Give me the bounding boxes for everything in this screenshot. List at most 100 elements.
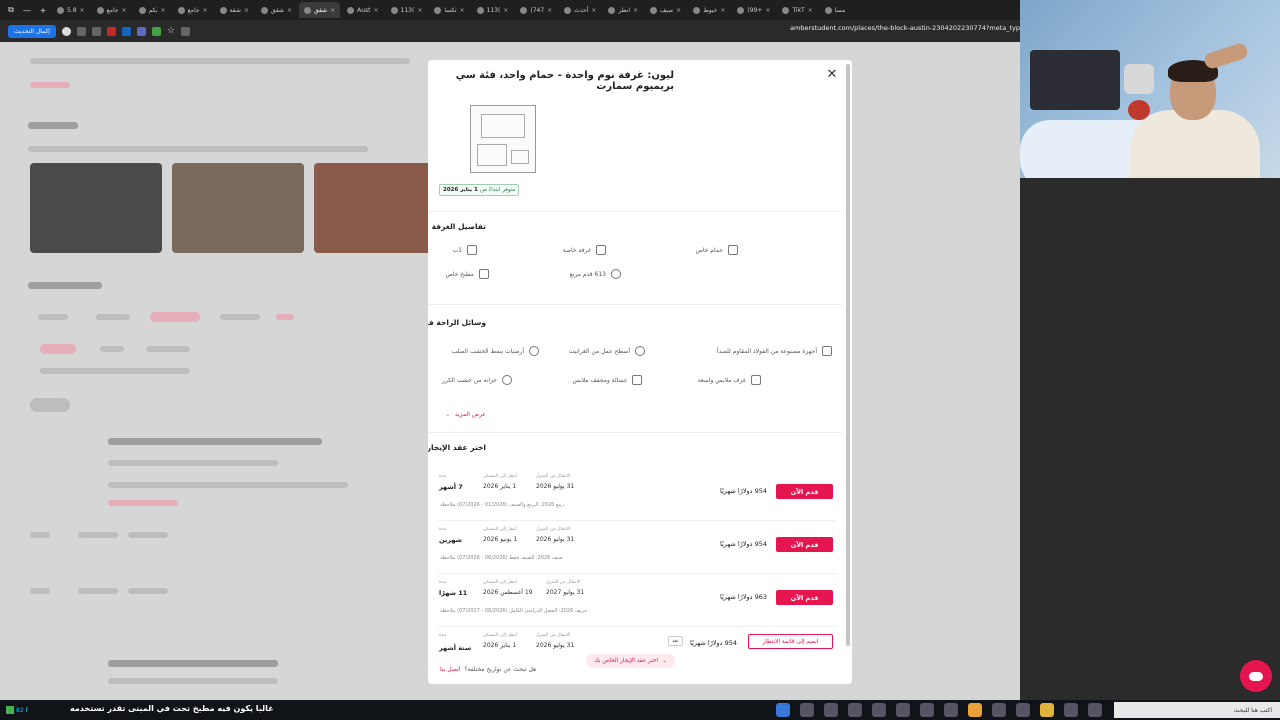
close-icon[interactable]: ✕ [824,67,840,83]
weather-widget[interactable]: 82 F [6,702,56,718]
close-tab-icon[interactable]: × [460,7,465,14]
browser-tab[interactable]: انظر × [603,2,643,18]
apply-now-button[interactable]: قدم الآن [776,484,833,499]
close-tab-icon[interactable]: × [676,7,681,14]
choose-lease-pill[interactable]: ⌄ اختر عقد الإيجار الخاص بك [586,654,676,668]
close-tab-icon[interactable]: × [591,7,596,14]
browser-tab[interactable]: شقق × [256,2,297,18]
app-icon[interactable] [1088,703,1102,717]
extension-icon[interactable] [76,26,86,36]
move-out-date: 31 يوليو 2026 [536,642,575,649]
tab-favicon-icon [303,6,311,14]
extension-icon[interactable] [151,26,161,36]
join-waitlist-button[interactable]: انضم إلى قائمة الانتظار [748,634,833,649]
close-tab-icon[interactable]: × [161,7,166,14]
apply-now-button[interactable]: قدم الآن [776,590,833,605]
close-tab-icon[interactable]: × [417,7,422,14]
close-tab-icon[interactable]: × [765,7,770,14]
close-tab-icon[interactable]: × [547,7,552,14]
close-tab-icon[interactable]: × [80,7,85,14]
taskbar-search[interactable]: اكتب هنا للبحث [1114,702,1280,718]
home-icon [467,245,477,255]
close-tab-icon[interactable]: × [122,7,127,14]
close-tab-icon[interactable]: × [244,7,249,14]
app-icon[interactable] [1064,703,1078,717]
amenity-item: أرضيات بنمط الخشب الصلب [451,346,539,356]
extension-icon[interactable] [91,26,101,36]
browser-tab[interactable]: TikT × [777,2,817,18]
bookmark-star-icon[interactable]: ☆ [167,26,175,36]
bg-text-line [108,678,278,684]
browser-tab[interactable]: مسا [820,2,854,18]
availability-badge: متوفر ابتداءً من 1 يناير 2026 [439,184,520,196]
new-tab-icon[interactable]: + [36,6,50,15]
browser-tab[interactable]: 113(× [472,2,514,18]
room-details-modal: ليون: غرفة نوم واحدة - حمام واحد، فئة سي… [428,60,852,684]
browser-tab[interactable]: جامع × [92,2,132,18]
app-icon[interactable] [800,703,814,717]
apply-now-button[interactable]: قدم الآن [776,537,833,552]
share-icon[interactable] [181,26,191,36]
close-tab-icon[interactable]: × [203,7,208,14]
browser-menu-icon[interactable]: ⧉ [4,5,18,15]
app-icon[interactable] [944,703,958,717]
weather-temp: 82 F [16,706,29,714]
close-tab-icon[interactable]: × [633,7,638,14]
browser-tab[interactable]: خيوط × [688,2,730,18]
folder-icon[interactable] [1040,703,1054,717]
close-tab-icon[interactable]: × [808,7,813,14]
app-icon[interactable] [848,703,862,717]
app-icon[interactable] [872,703,886,717]
browser-tab[interactable]: صيف × [645,2,686,18]
move-in-date: 1 يناير 2026 [483,642,517,649]
lease-price: 954 دولارًا شهريًا [720,540,768,548]
update-button[interactable]: إكمال التحديث [8,24,56,38]
browser-tab[interactable]: (99+ × [732,2,775,18]
chrome-icon[interactable] [968,703,982,717]
show-more-link[interactable]: عرض المزيد ⌄ [445,410,486,418]
minimize-icon[interactable]: — [20,6,34,15]
browser-tab[interactable]: تكسا × [429,2,469,18]
duration-label: مدة [439,580,447,585]
chat-icon [1249,671,1263,681]
browser-tab[interactable]: 5.8 × [52,2,90,18]
bath-icon [728,245,738,255]
bg-filter [96,314,130,320]
app-icon[interactable] [896,703,910,717]
contact-us-link[interactable]: اتصل بنا [440,666,460,673]
close-tab-icon[interactable]: × [373,7,378,14]
app-icon[interactable] [1016,703,1030,717]
profile-icon[interactable] [61,26,71,36]
modal-header: ليون: غرفة نوم واحدة - حمام واحد، فئة سي… [428,60,852,92]
close-tab-icon[interactable]: × [503,7,508,14]
extension-icon[interactable] [136,26,146,36]
chat-button[interactable] [1240,660,1272,692]
app-icon[interactable] [992,703,1006,717]
divider [438,573,836,574]
extension-icon[interactable] [106,26,116,36]
amenity-item: غسالة ومجفف ملابس [572,375,642,385]
app-icon[interactable] [920,703,934,717]
cam-microphone [1124,64,1154,94]
tab-favicon-icon [693,6,701,14]
browser-tab[interactable]: Aust × [342,2,383,18]
close-tab-icon[interactable]: × [330,7,335,14]
divider [428,432,842,433]
extension-icon[interactable] [121,26,131,36]
browser-tab[interactable]: 113(× [386,2,428,18]
browser-tab[interactable]: (747 × [515,2,557,18]
tab-favicon-icon [564,6,572,14]
room-feature: 613 قدم مربع [570,269,621,279]
close-tab-icon[interactable]: × [287,7,292,14]
windows-start-icon[interactable] [776,703,790,717]
browser-tab-active[interactable]: شقق × [298,2,341,18]
floorplan-image[interactable] [470,105,536,173]
browser-tab[interactable]: بكم × [134,2,171,18]
browser-tab[interactable]: جامع × [173,2,213,18]
close-tab-icon[interactable]: × [720,7,725,14]
browser-tab[interactable]: أحدث × [559,2,601,18]
browser-tab[interactable]: شقة × [215,2,254,18]
footer-question: هل تبحث عن تواريخ مختلفة؟ [464,666,537,673]
address-bar[interactable]: amberstudent.com/places/the-block-austin… [790,24,1020,32]
app-icon[interactable] [824,703,838,717]
